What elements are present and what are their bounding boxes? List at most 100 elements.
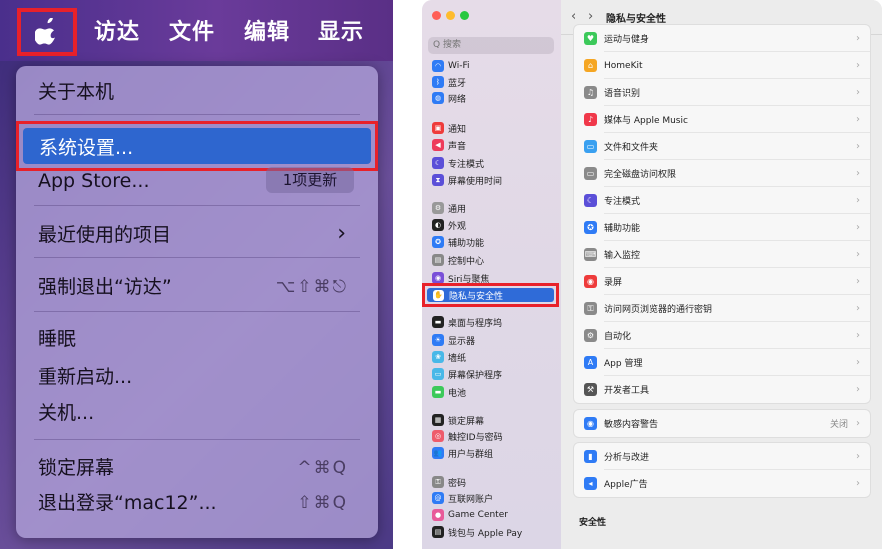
settings-row[interactable]: ◂ Apple广告 › xyxy=(574,470,870,497)
logout-shortcut: ⇧⌘Q xyxy=(297,493,348,513)
menu-shutdown[interactable]: 关机... xyxy=(38,400,94,426)
sidebar-item-icon: ▣ xyxy=(432,122,444,134)
settings-row-icon: ♪ xyxy=(584,113,597,126)
settings-row-label: 语音识别 xyxy=(604,89,641,99)
settings-row[interactable]: ♥ 运动与健身 › xyxy=(574,25,870,52)
chevron-right-icon: › xyxy=(856,330,860,341)
forward-button[interactable]: › xyxy=(588,9,593,24)
sidebar-item[interactable]: ◐ 外观 xyxy=(432,217,466,233)
sidebar-item[interactable]: ▤ 控制中心 xyxy=(432,252,484,268)
sidebar-item-icon: ◐ xyxy=(432,219,444,231)
sidebar-item[interactable]: ▬ 电池 xyxy=(432,384,466,400)
sidebar-item[interactable]: ◠ Wi-Fi xyxy=(432,58,469,74)
menu-sleep[interactable]: 睡眠 xyxy=(38,326,76,352)
menu-separator xyxy=(34,439,360,440)
sidebar-item[interactable]: ▬ 桌面与程序坞 xyxy=(432,314,502,330)
sidebar-item[interactable]: ⚙ 通用 xyxy=(432,200,466,216)
apple-menu-screenshot: 访达 文件 编辑 显示 关于本机 系统设置... App Store... 1项… xyxy=(0,0,393,549)
settings-row[interactable]: ◉ 敏感内容警告 关闭 › xyxy=(574,410,870,437)
sidebar-item[interactable]: ▣ 通知 xyxy=(432,120,466,136)
menu-recent-items[interactable]: 最近使用的项目 xyxy=(38,222,171,248)
menu-logout[interactable]: 退出登录“mac12”... xyxy=(38,490,217,516)
settings-row[interactable]: ▭ 文件和文件夹 › xyxy=(574,133,870,160)
settings-row[interactable]: ✪ 辅助功能 › xyxy=(574,214,870,241)
settings-row-icon: A xyxy=(584,356,597,369)
close-window-button[interactable] xyxy=(432,11,441,20)
permissions-group: ♥ 运动与健身 › ⌂ HomeKit › ♫ 语音识别 › ♪ 媒体与 Apple Music › ▭… xyxy=(573,24,871,404)
menu-about-this-mac[interactable]: 关于本机 xyxy=(38,79,114,105)
sidebar-item[interactable]: ▤ 钱包与 Apple Pay xyxy=(432,524,522,540)
sidebar-item[interactable]: ● Game Center xyxy=(432,507,508,523)
zoom-window-button[interactable] xyxy=(460,11,469,20)
sidebar-item-icon: ▬ xyxy=(432,316,444,328)
menubar-view[interactable]: 显示 xyxy=(318,14,364,46)
page-title: 隐私与安全性 xyxy=(606,14,666,25)
sidebar-item[interactable]: ▭ 屏幕保护程序 xyxy=(432,366,502,382)
minimize-window-button[interactable] xyxy=(446,11,455,20)
settings-row-label: 专注模式 xyxy=(604,197,641,207)
sidebar-item[interactable]: ✪ 辅助功能 xyxy=(432,234,484,250)
sidebar-item-icon: ◀ xyxy=(432,139,444,151)
settings-row[interactable]: A App 管理 › xyxy=(574,349,870,376)
sidebar-item-label: 屏幕使用时间 xyxy=(448,176,503,187)
menu-restart[interactable]: 重新启动... xyxy=(38,364,132,390)
sidebar-item-icon: ▤ xyxy=(432,254,444,266)
chevron-right-icon: › xyxy=(856,87,860,98)
settings-row[interactable]: ▮ 分析与改进 › xyxy=(574,443,870,470)
settings-row[interactable]: ☾ 专注模式 › xyxy=(574,187,870,214)
menubar-file[interactable]: 文件 xyxy=(169,14,215,46)
apple-menu-button[interactable] xyxy=(17,8,77,56)
analytics-ads-group: ▮ 分析与改进 › ◂ Apple广告 › xyxy=(573,442,871,498)
chevron-right-icon: › xyxy=(856,195,860,206)
sidebar-item[interactable]: ◍ 网络 xyxy=(432,90,466,106)
sidebar-item[interactable]: ⧗ 屏幕使用时间 xyxy=(432,172,502,188)
sidebar-item[interactable]: ᛒ 蓝牙 xyxy=(432,74,466,90)
settings-content: ‹ › 隐私与安全性 ♥ 运动与健身 › ⌂ HomeKit › ♫ 语音识别 › ♪ 媒体与 Ap… xyxy=(561,0,882,549)
menu-force-quit[interactable]: 强制退出“访达” xyxy=(38,274,172,300)
sidebar-item-privacy-security[interactable]: ✋ 隐私与安全性 xyxy=(422,283,559,307)
settings-row-label: 辅助功能 xyxy=(604,224,641,234)
sidebar-item[interactable]: ☀ 显示器 xyxy=(432,332,475,348)
settings-row[interactable]: ⌨ 输入监控 › xyxy=(574,241,870,268)
sidebar-item-label: 墙纸 xyxy=(448,353,467,364)
menubar-finder[interactable]: 访达 xyxy=(94,14,140,46)
settings-row-icon: ⚿ xyxy=(584,302,597,315)
sidebar-item[interactable]: @ 互联网账户 xyxy=(432,490,493,506)
sidebar-item[interactable]: ◀ 声音 xyxy=(432,137,466,153)
sidebar-item[interactable]: ⚿ 密码 xyxy=(432,474,466,490)
sidebar-selected-highlight: ✋ 隐私与安全性 xyxy=(427,288,554,302)
menubar-edit[interactable]: 编辑 xyxy=(244,14,290,46)
apple-dropdown-menu: 关于本机 系统设置... App Store... 1项更新 最近使用的项目 ›… xyxy=(16,66,378,538)
chevron-right-icon: › xyxy=(337,221,348,246)
chevron-right-icon: › xyxy=(856,249,860,260)
back-button[interactable]: ‹ xyxy=(571,9,576,24)
sidebar-item-icon: ▤ xyxy=(432,526,444,538)
settings-row[interactable]: ⌂ HomeKit › xyxy=(574,52,870,79)
settings-row[interactable]: ◉ 录屏 › xyxy=(574,268,870,295)
settings-row[interactable]: ⚒ 开发者工具 › xyxy=(574,376,870,403)
chevron-right-icon: › xyxy=(856,451,860,462)
sidebar-item[interactable]: ▦ 锁定屏幕 xyxy=(432,412,484,428)
sidebar-item-label: 声音 xyxy=(448,141,467,152)
sidebar-item[interactable]: 👥 用户与群组 xyxy=(432,445,493,461)
sidebar-item-icon: ⚿ xyxy=(432,476,444,488)
settings-row[interactable]: ♪ 媒体与 Apple Music › xyxy=(574,106,870,133)
settings-row[interactable]: ♫ 语音识别 › xyxy=(574,79,870,106)
settings-row[interactable]: ⚙ 自动化 › xyxy=(574,322,870,349)
sidebar-item[interactable]: ◎ 触控ID与密码 xyxy=(432,428,503,444)
settings-row-icon: ◉ xyxy=(584,417,597,430)
settings-row[interactable]: ⚿ 访问网页浏览器的通行密钥 › xyxy=(574,295,870,322)
sidebar-search-input[interactable] xyxy=(428,37,554,54)
settings-row[interactable]: ▭ 完全磁盘访问权限 › xyxy=(574,160,870,187)
settings-row-label: HomeKit xyxy=(604,60,643,71)
sidebar-item[interactable]: ☾ 专注模式 xyxy=(432,155,484,171)
sidebar-item-icon: ▦ xyxy=(432,414,444,426)
sidebar-item-icon: ◠ xyxy=(432,60,444,72)
sidebar-item-label: 用户与群组 xyxy=(448,449,494,460)
menu-lock-screen[interactable]: 锁定屏幕 xyxy=(38,455,114,481)
menu-system-settings[interactable]: 系统设置... xyxy=(16,121,378,171)
sidebar-item[interactable]: ❀ 墙纸 xyxy=(432,349,466,365)
chevron-right-icon: › xyxy=(856,141,860,152)
menu-app-store[interactable]: App Store... xyxy=(38,168,150,194)
sidebar-item-label: 锁定屏幕 xyxy=(448,416,485,427)
